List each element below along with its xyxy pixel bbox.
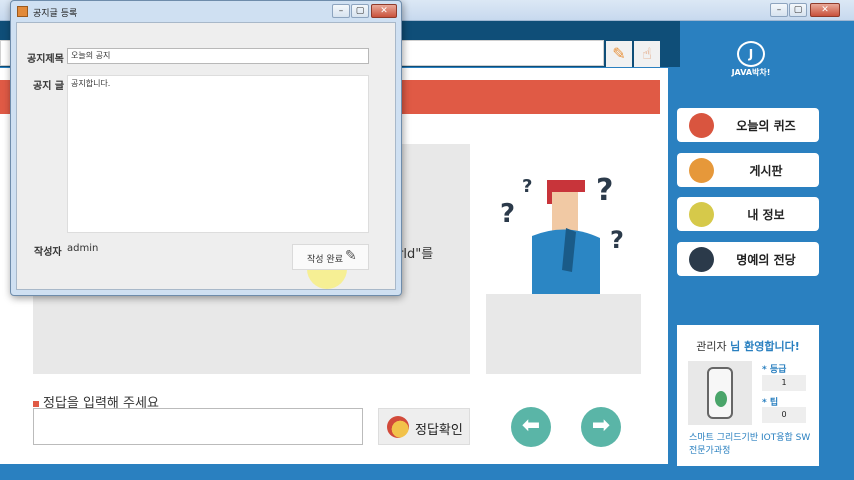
avatar (688, 361, 752, 425)
check-answer-icon (387, 416, 409, 438)
author-label: 작성자 (34, 247, 62, 258)
app-icon (17, 6, 28, 17)
svg-text:?: ? (596, 173, 613, 208)
menu-item-quiz[interactable]: 오늘의 퀴즈 (677, 108, 819, 142)
dialog-minimize-button[interactable]: – (332, 4, 350, 18)
notice-title-label: 공지제목 (27, 54, 64, 65)
logo-icon: J (737, 41, 765, 67)
submit-notice-button[interactable]: 작성 완료 ✎ (292, 244, 369, 270)
question-text: rld"를 (398, 247, 434, 262)
hand-pointer-icon[interactable]: ☝ (634, 41, 660, 67)
dialog-close-button[interactable]: ✕ (371, 4, 397, 18)
welcome-text: 님 환영합니다! (730, 340, 800, 353)
welcome-message: 관리자 님 환영합니다! (677, 338, 819, 354)
pencil-icon[interactable]: ✎ (606, 41, 632, 67)
notice-body-label: 공지 글 (33, 81, 65, 92)
thinking-person-illustration: ? ? ? ? (500, 173, 624, 294)
trophy-icon (689, 247, 714, 272)
dialog-body: 공지제목 오늘의 공지 공지 글 공지합니다. 작성자 admin 작성 완료 … (16, 22, 396, 290)
grade-value: 1 (762, 375, 806, 391)
bottom-bar (0, 466, 854, 480)
notice-dialog: 공지글 등록 – ▢ ✕ 공지제목 오늘의 공지 공지 글 공지합니다. 작성자… (10, 0, 402, 296)
profile-card: 관리자 님 환영합니다! * 등급 1 * 팁 0 스마트 그리드기반 IOT융… (677, 325, 819, 466)
leaf-icon (715, 391, 727, 407)
notice-title-input[interactable]: 오늘의 공지 (67, 48, 369, 64)
prev-arrow-button[interactable]: ⬅ (511, 407, 551, 447)
menu-item-label: 오늘의 퀴즈 (736, 119, 796, 133)
menu-item-label: 명예의 전당 (736, 253, 796, 267)
logo-area (680, 21, 854, 96)
quiz-icon (689, 113, 714, 138)
check-answer-label: 정답확인 (415, 423, 463, 438)
svg-text:?: ? (610, 226, 624, 254)
board-icon (689, 158, 714, 183)
maximize-button[interactable]: ▢ (789, 3, 807, 17)
menu-item-board[interactable]: 게시판 (677, 153, 819, 187)
profile-icon (689, 202, 714, 227)
logo-text: JAVA박차! (731, 68, 771, 77)
tip-value: 0 (762, 407, 806, 423)
author-value: admin (67, 243, 99, 254)
image-placeholder (486, 294, 641, 374)
grade-label: * 등급 (762, 365, 787, 375)
dialog-title: 공지글 등록 (33, 9, 78, 19)
svg-text:?: ? (500, 199, 515, 229)
user-name: 관리자 (696, 340, 727, 353)
notice-body-textarea[interactable]: 공지합니다. (67, 75, 369, 233)
answer-input[interactable] (33, 408, 363, 445)
svg-text:?: ? (522, 176, 532, 197)
dialog-maximize-button[interactable]: ▢ (351, 4, 369, 18)
bullet-marker (33, 400, 39, 407)
check-answer-button[interactable]: 정답확인 (378, 408, 470, 445)
pencil-icon: ✎ (345, 248, 357, 264)
menu-item-hall-of-fame[interactable]: 명예의 전당 (677, 242, 819, 276)
jar-icon (707, 367, 733, 419)
next-arrow-button[interactable]: ➡ (581, 407, 621, 447)
menu-item-label: 게시판 (749, 164, 783, 178)
menu-item-label: 내 정보 (747, 208, 785, 222)
menu-item-my-info[interactable]: 내 정보 (677, 197, 819, 231)
submit-label: 작성 완료 (307, 255, 343, 265)
close-button[interactable]: ✕ (810, 3, 840, 17)
minimize-button[interactable]: – (770, 3, 788, 17)
course-name: 스마트 그리드기반 IOT융합 SW 전문가과정 (689, 433, 811, 456)
